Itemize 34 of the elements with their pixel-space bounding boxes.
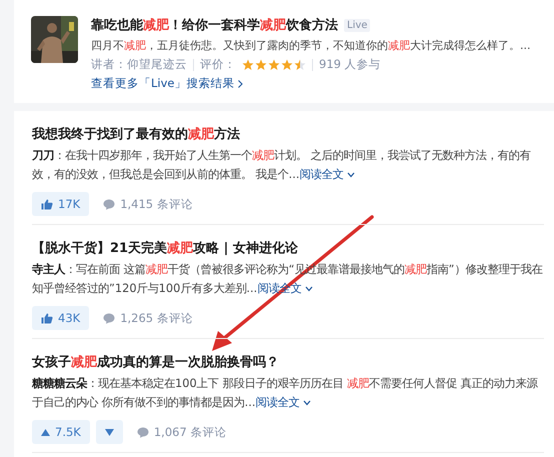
chevron-down-icon: [347, 172, 356, 178]
answer-title[interactable]: 我想我终于找到了最有效的减肥方法: [32, 125, 544, 143]
comment-icon: [103, 312, 116, 324]
answer-title[interactable]: 女孩子减肥成功真的算是一次脱胎换骨吗？: [32, 353, 544, 371]
comment-icon: [136, 426, 149, 438]
thumbs-up-icon: [41, 312, 53, 324]
more-results-link[interactable]: 查看更多「Live」搜索结果: [91, 76, 530, 91]
star-icon: [268, 58, 280, 70]
participants-count: 919 人参与: [319, 57, 381, 72]
live-description: 四月不减肥，五月徒伤悲。又快到了露肉的季节，不知道你的减肥大计完成得怎么样了。...: [91, 38, 530, 53]
upvote-button[interactable]: 7.5K: [32, 420, 90, 444]
live-title[interactable]: 靠吃也能减肥！给你一套科学减肥饮食方法: [91, 16, 338, 34]
triangle-down-icon: [104, 428, 114, 436]
answer-excerpt: 糖糖糖云朵：现在基本稳定在100上下 那段日子的艰辛历历在目 减肥不需要任何人督促 真正的动力来源于自己的内心 你所有做不到的事情都是因为...阅读全文: [32, 375, 539, 411]
star-icon: [294, 58, 306, 70]
triangle-up-icon: [41, 428, 50, 436]
thumbs-up-icon: [41, 198, 53, 210]
chevron-down-icon: [303, 400, 312, 406]
chevron-down-icon: [304, 286, 313, 292]
like-button[interactable]: 43K: [32, 306, 90, 330]
read-more-link[interactable]: 阅读全文: [255, 395, 312, 409]
live-badge: Live: [344, 18, 370, 32]
star-icon: [242, 58, 254, 70]
comment-icon: [103, 198, 116, 210]
chevron-right-icon: [238, 80, 244, 88]
rating-label: 评价：: [200, 57, 236, 72]
star-icon: [255, 58, 267, 70]
read-more-link[interactable]: 阅读全文: [299, 167, 356, 181]
answer-excerpt: 刀刀：在我十四岁那年，我开始了人生第一个减肥计划。 之后的时间里，我尝试了无数种方法，有的有效，有的没效，但我总是会回到从前的体重。 我是个...阅读全文: [32, 147, 532, 183]
speaker-label: 讲者：仰望尾迹云: [91, 57, 187, 72]
star-icon: [281, 58, 293, 70]
answer-title[interactable]: 【脱水干货】21天完美减肥攻略 | 女神进化论: [32, 239, 544, 257]
downvote-button[interactable]: [96, 420, 123, 444]
like-button[interactable]: 17K: [32, 192, 90, 216]
